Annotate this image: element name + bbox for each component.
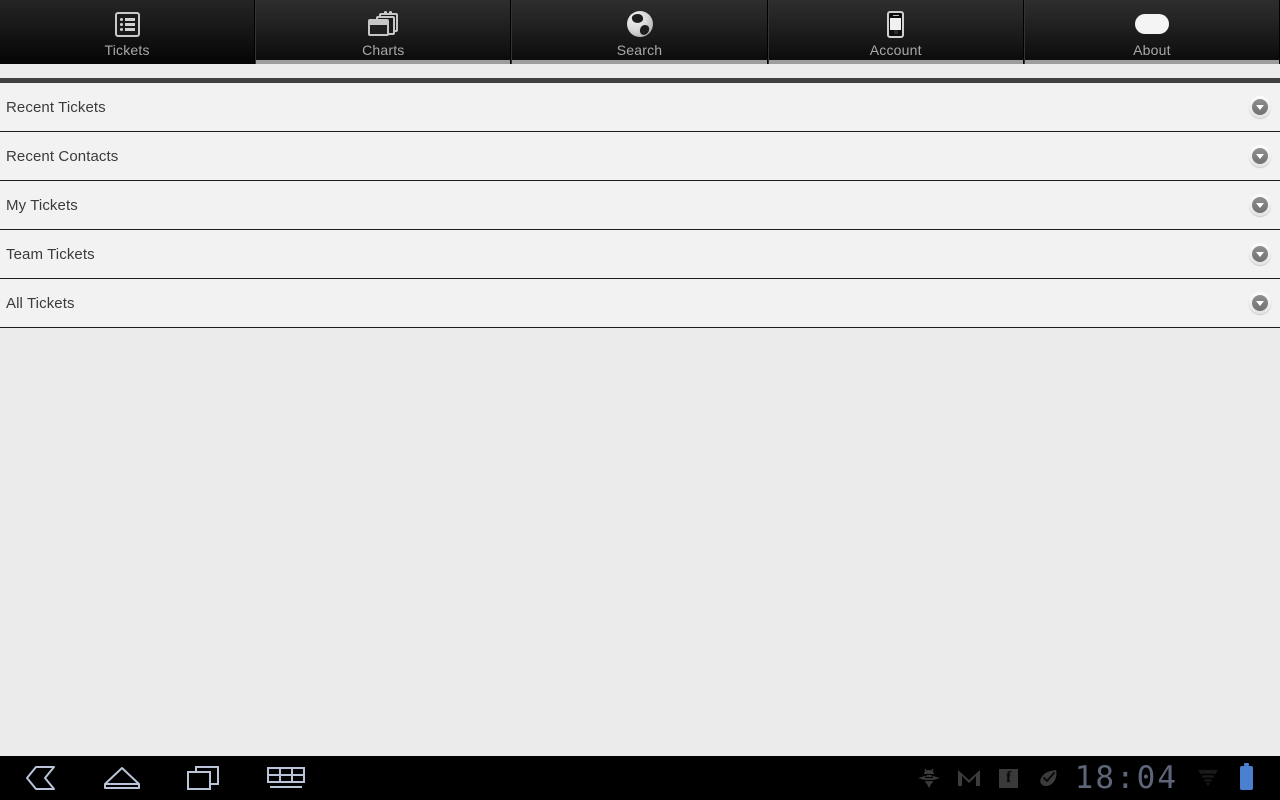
chevron-down-icon[interactable]	[1249, 292, 1271, 314]
back-icon[interactable]	[18, 762, 62, 794]
home-icon[interactable]	[100, 762, 144, 794]
nav-buttons	[0, 762, 308, 794]
list-item[interactable]: My Tickets	[0, 181, 1280, 230]
list-item-label: Recent Tickets	[6, 98, 106, 116]
tab-label: About	[1133, 42, 1171, 58]
tab-bar: Tickets Charts Search Account About	[0, 0, 1280, 64]
chevron-down-icon[interactable]	[1249, 96, 1271, 118]
empty-content-area	[0, 328, 1280, 756]
list-item-label: My Tickets	[6, 196, 78, 214]
list-icon	[107, 8, 147, 40]
tab-tickets[interactable]: Tickets	[0, 0, 256, 64]
keyboard-icon[interactable]	[264, 762, 308, 794]
list-item[interactable]: Team Tickets	[0, 230, 1280, 279]
globe-icon	[620, 8, 660, 40]
content-top-strip	[0, 64, 1280, 78]
tab-search[interactable]: Search	[511, 0, 768, 64]
chevron-down-icon[interactable]	[1249, 145, 1271, 167]
tab-about[interactable]: About	[1023, 0, 1280, 64]
status-area[interactable]: f 18:04	[909, 761, 1280, 795]
ticket-category-list: Recent Tickets Recent Contacts My Ticket…	[0, 83, 1280, 328]
recent-apps-icon[interactable]	[182, 762, 226, 794]
battery-icon	[1228, 763, 1268, 793]
tab-label: Account	[869, 42, 922, 58]
stacked-windows-icon	[363, 8, 403, 40]
wifi-icon	[1188, 763, 1228, 793]
pill-icon	[1132, 8, 1172, 40]
tab-charts[interactable]: Charts	[255, 0, 512, 64]
chevron-down-icon[interactable]	[1249, 243, 1271, 265]
facebook-icon: f	[989, 763, 1029, 793]
list-item[interactable]: All Tickets	[0, 279, 1280, 328]
tab-label: Search	[616, 42, 663, 58]
bee-icon	[909, 763, 949, 793]
gmail-icon	[949, 763, 989, 793]
list-item-label: Recent Contacts	[6, 147, 119, 165]
list-item-label: Team Tickets	[6, 245, 95, 263]
list-item-label: All Tickets	[6, 294, 75, 312]
phone-icon	[876, 8, 916, 40]
tab-label: Charts	[362, 42, 405, 58]
list-item[interactable]: Recent Tickets	[0, 83, 1280, 132]
tab-account[interactable]: Account	[767, 0, 1024, 64]
leaf-check-icon	[1029, 763, 1069, 793]
app-root: Tickets Charts Search Account About Rece…	[0, 0, 1280, 800]
list-item[interactable]: Recent Contacts	[0, 132, 1280, 181]
chevron-down-icon[interactable]	[1249, 194, 1271, 216]
tab-label: Tickets	[104, 42, 150, 58]
system-navigation-bar: f 18:04	[0, 756, 1280, 800]
status-clock: 18:04	[1074, 760, 1178, 796]
